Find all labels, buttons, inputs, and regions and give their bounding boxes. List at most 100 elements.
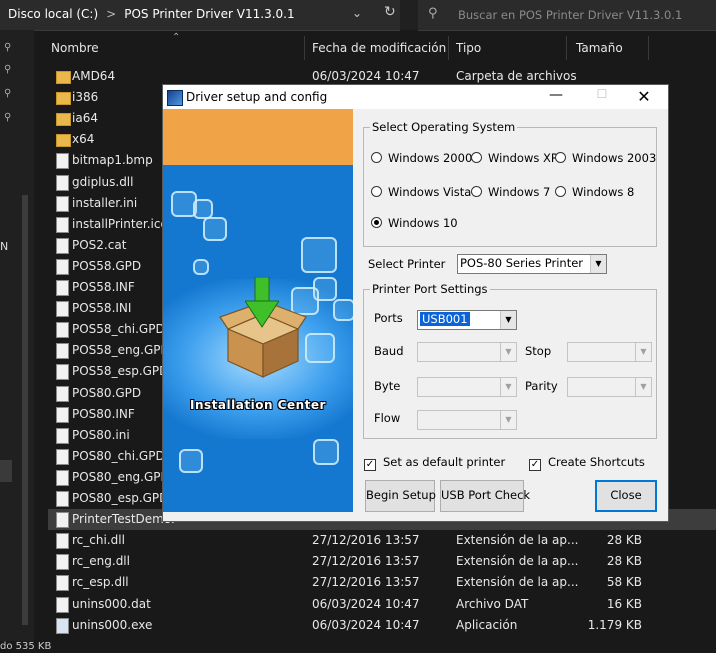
ports-label: Ports <box>374 311 403 325</box>
file-row[interactable]: unins000.exe 06/03/2024 10:47 Aplicación 1.… <box>48 615 716 636</box>
checkmark-icon[interactable]: ✓ <box>364 459 376 471</box>
file-name: installer.ini <box>72 195 138 210</box>
nav-item-label[interactable]: N <box>0 240 8 253</box>
file-size: 58 KB <box>606 575 642 590</box>
radio-dot-icon[interactable] <box>371 217 382 228</box>
begin-setup-button[interactable]: Begin Setup <box>365 480 436 512</box>
breadcrumb[interactable]: Disco local (C:) > POS Printer Driver V11.… <box>8 7 295 21</box>
file-name: POS58.GPD <box>72 258 142 273</box>
chevron-down-icon[interactable]: ▼ <box>500 311 516 329</box>
dll-file-icon <box>56 575 69 592</box>
pin-icon[interactable]: ⚲ <box>4 64 11 75</box>
column-header-date[interactable]: Fecha de modificación <box>312 41 446 55</box>
nav-item-selected[interactable] <box>0 460 12 482</box>
search-box[interactable]: ⚲ Buscar en POS Printer Driver V11.3.0.1 <box>418 0 716 31</box>
os-radio[interactable]: Windows 8 <box>555 185 634 199</box>
os-radio[interactable]: Windows Vista <box>371 185 471 199</box>
file-row[interactable]: rc_eng.dll 27/12/2016 13:57 Extensión de l… <box>48 551 716 572</box>
byte-select[interactable]: ▼ <box>417 377 517 397</box>
chevron-down-icon[interactable]: ▼ <box>500 343 516 361</box>
column-divider[interactable] <box>566 36 567 60</box>
minimize-button[interactable]: — <box>543 87 569 107</box>
address-bar[interactable]: Disco local (C:) > POS Printer Driver V11.… <box>0 0 400 31</box>
file-name: POS80_esp.GPD <box>72 491 169 505</box>
column-divider[interactable] <box>448 36 449 60</box>
create-shortcuts-checkbox[interactable]: ✓ Create Shortcuts <box>529 455 645 471</box>
radio-dot-icon[interactable] <box>471 152 482 163</box>
folder-icon <box>56 113 71 127</box>
pin-icon[interactable]: ⚲ <box>4 88 11 99</box>
baud-select[interactable]: ▼ <box>417 342 517 362</box>
os-radio[interactable]: Windows 7 <box>471 185 550 199</box>
printer-select[interactable]: POS-80 Series Printer ▼ <box>457 254 607 274</box>
file-name: POS80_eng.GPD <box>72 469 170 484</box>
parity-select[interactable]: ▼ <box>567 377 652 397</box>
search-input[interactable]: Buscar en POS Printer Driver V11.3.0.1 <box>458 8 682 22</box>
os-group-label: Select Operating System <box>370 120 518 134</box>
column-header-name[interactable]: Nombre <box>51 41 99 55</box>
close-button[interactable]: Close <box>595 480 657 512</box>
printer-select-value: POS-80 Series Printer <box>460 256 584 270</box>
flow-select[interactable]: ▼ <box>417 410 517 430</box>
radio-dot-icon[interactable] <box>555 186 566 197</box>
column-divider[interactable] <box>648 36 649 60</box>
file-name: rc_esp.dll <box>72 575 129 590</box>
banner-decor-square <box>301 237 337 273</box>
os-radio-label: Windows 10 <box>388 216 458 230</box>
pin-icon[interactable]: ⚲ <box>4 112 11 123</box>
stop-select[interactable]: ▼ <box>567 342 652 362</box>
maximize-button[interactable]: ☐ <box>589 87 615 107</box>
file-name: POS80.INF <box>72 406 135 421</box>
chevron-down-icon[interactable]: ▼ <box>635 343 651 361</box>
file-name: x64 <box>72 132 95 147</box>
file-name: POS58_eng.GPD <box>72 343 170 358</box>
nav-scrollbar[interactable] <box>22 195 28 625</box>
chevron-down-icon[interactable]: ▼ <box>635 378 651 396</box>
os-radio[interactable]: Windows 10 <box>371 216 458 230</box>
file-type: Extensión de la ap... <box>456 554 579 569</box>
radio-dot-icon[interactable] <box>371 186 382 197</box>
column-header-type[interactable]: Tipo <box>456 41 481 55</box>
file-icon <box>56 322 69 339</box>
file-icon <box>56 280 69 296</box>
default-printer-checkbox[interactable]: ✓ Set as default printer <box>364 455 505 471</box>
breadcrumb-folder[interactable]: POS Printer Driver V11.3.0.1 <box>124 7 294 21</box>
driver-setup-dialog: Driver setup and config — ☐ ✕ Installati… <box>162 84 669 522</box>
os-radio[interactable]: Windows 2003 <box>555 151 656 165</box>
radio-dot-icon[interactable] <box>371 152 382 163</box>
usb-port-check-button[interactable]: USB Port Check <box>440 480 530 512</box>
status-bar: do 535 KB <box>0 641 716 653</box>
column-divider[interactable] <box>304 36 305 60</box>
file-icon <box>56 491 69 507</box>
refresh-icon[interactable]: ↻ <box>384 4 396 20</box>
radio-dot-icon[interactable] <box>555 152 566 163</box>
baud-label: Baud <box>374 344 404 358</box>
file-type: Archivo DAT <box>456 596 529 611</box>
close-window-button[interactable]: ✕ <box>629 85 659 109</box>
port-group-label: Printer Port Settings <box>370 282 490 296</box>
os-radio[interactable]: Windows XP <box>471 151 558 165</box>
os-radio[interactable]: Windows 2000 <box>371 151 472 165</box>
file-row[interactable]: rc_esp.dll 27/12/2016 13:57 Extensión de l… <box>48 572 716 593</box>
chevron-down-icon[interactable]: ▼ <box>500 411 516 429</box>
file-name: i386 <box>72 90 99 105</box>
exe-file-icon <box>56 617 69 634</box>
settings-file-icon <box>56 427 69 444</box>
ports-select[interactable]: USB001 ▼ <box>417 310 517 330</box>
chevron-down-icon[interactable]: ▼ <box>500 378 516 396</box>
file-row[interactable]: unins000.dat 06/03/2024 10:47 Archivo DAT 1… <box>48 594 716 615</box>
breadcrumb-root[interactable]: Disco local (C:) <box>8 7 98 21</box>
flow-label: Flow <box>374 411 401 425</box>
dialog-title-bar[interactable]: Driver setup and config — ☐ ✕ <box>163 85 668 109</box>
chevron-down-icon[interactable]: ⌄ <box>352 6 362 20</box>
file-icon <box>56 301 69 318</box>
radio-dot-icon[interactable] <box>471 186 482 197</box>
pin-icon[interactable]: ⚲ <box>4 42 11 53</box>
banner-decor-square <box>305 333 335 363</box>
os-radio-label: Windows 7 <box>488 185 551 199</box>
create-shortcuts-label: Create Shortcuts <box>548 455 645 469</box>
file-row[interactable]: rc_chi.dll 27/12/2016 13:57 Extensión de l… <box>48 530 716 551</box>
column-header-size[interactable]: Tamaño <box>576 41 623 55</box>
checkmark-icon[interactable]: ✓ <box>529 459 541 471</box>
chevron-down-icon[interactable]: ▼ <box>590 255 606 273</box>
